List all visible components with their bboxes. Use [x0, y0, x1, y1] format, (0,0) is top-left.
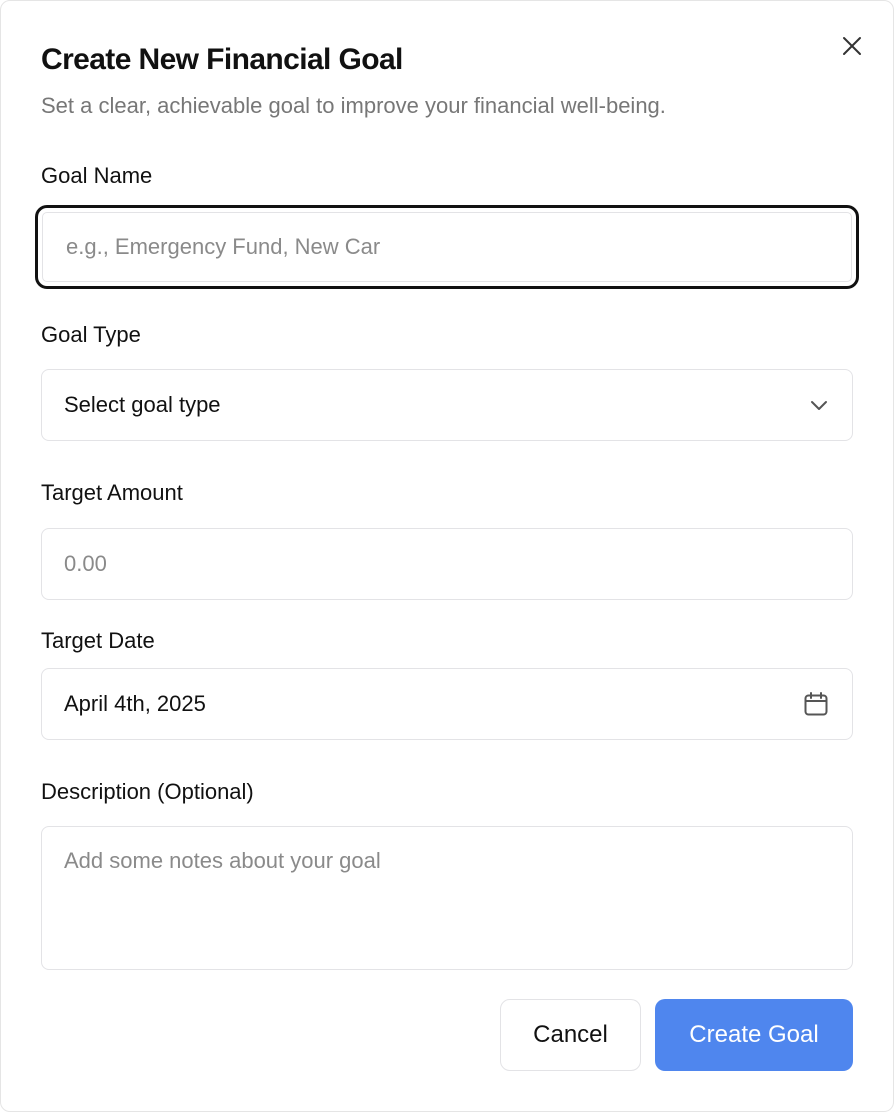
description-textarea[interactable] — [41, 826, 853, 970]
description-label: Description (Optional) — [41, 779, 254, 804]
close-icon — [841, 35, 863, 57]
target-date-label: Target Date — [41, 628, 155, 653]
calendar-icon — [802, 690, 830, 718]
chevron-down-icon — [808, 394, 830, 416]
goal-type-value: Select goal type — [64, 392, 221, 417]
cancel-button[interactable]: Cancel — [500, 999, 641, 1071]
create-goal-dialog: Create New Financial Goal Set a clear, a… — [0, 0, 894, 1112]
create-goal-button[interactable]: Create Goal — [655, 999, 853, 1071]
goal-type-select[interactable]: Select goal type — [41, 369, 853, 441]
goal-name-label: Goal Name — [41, 163, 153, 188]
close-button[interactable] — [837, 31, 867, 61]
goal-name-input[interactable] — [35, 205, 859, 289]
goal-type-label: Goal Type — [41, 322, 141, 347]
target-date-value: April 4th, 2025 — [64, 691, 206, 716]
dialog-subtitle: Set a clear, achievable goal to improve … — [41, 93, 666, 118]
target-amount-input[interactable]: 0.00 — [41, 528, 853, 600]
target-amount-label: Target Amount — [41, 480, 183, 505]
target-amount-placeholder: 0.00 — [64, 551, 107, 576]
dialog-title: Create New Financial Goal — [41, 43, 403, 76]
target-date-picker[interactable]: April 4th, 2025 — [41, 668, 853, 740]
